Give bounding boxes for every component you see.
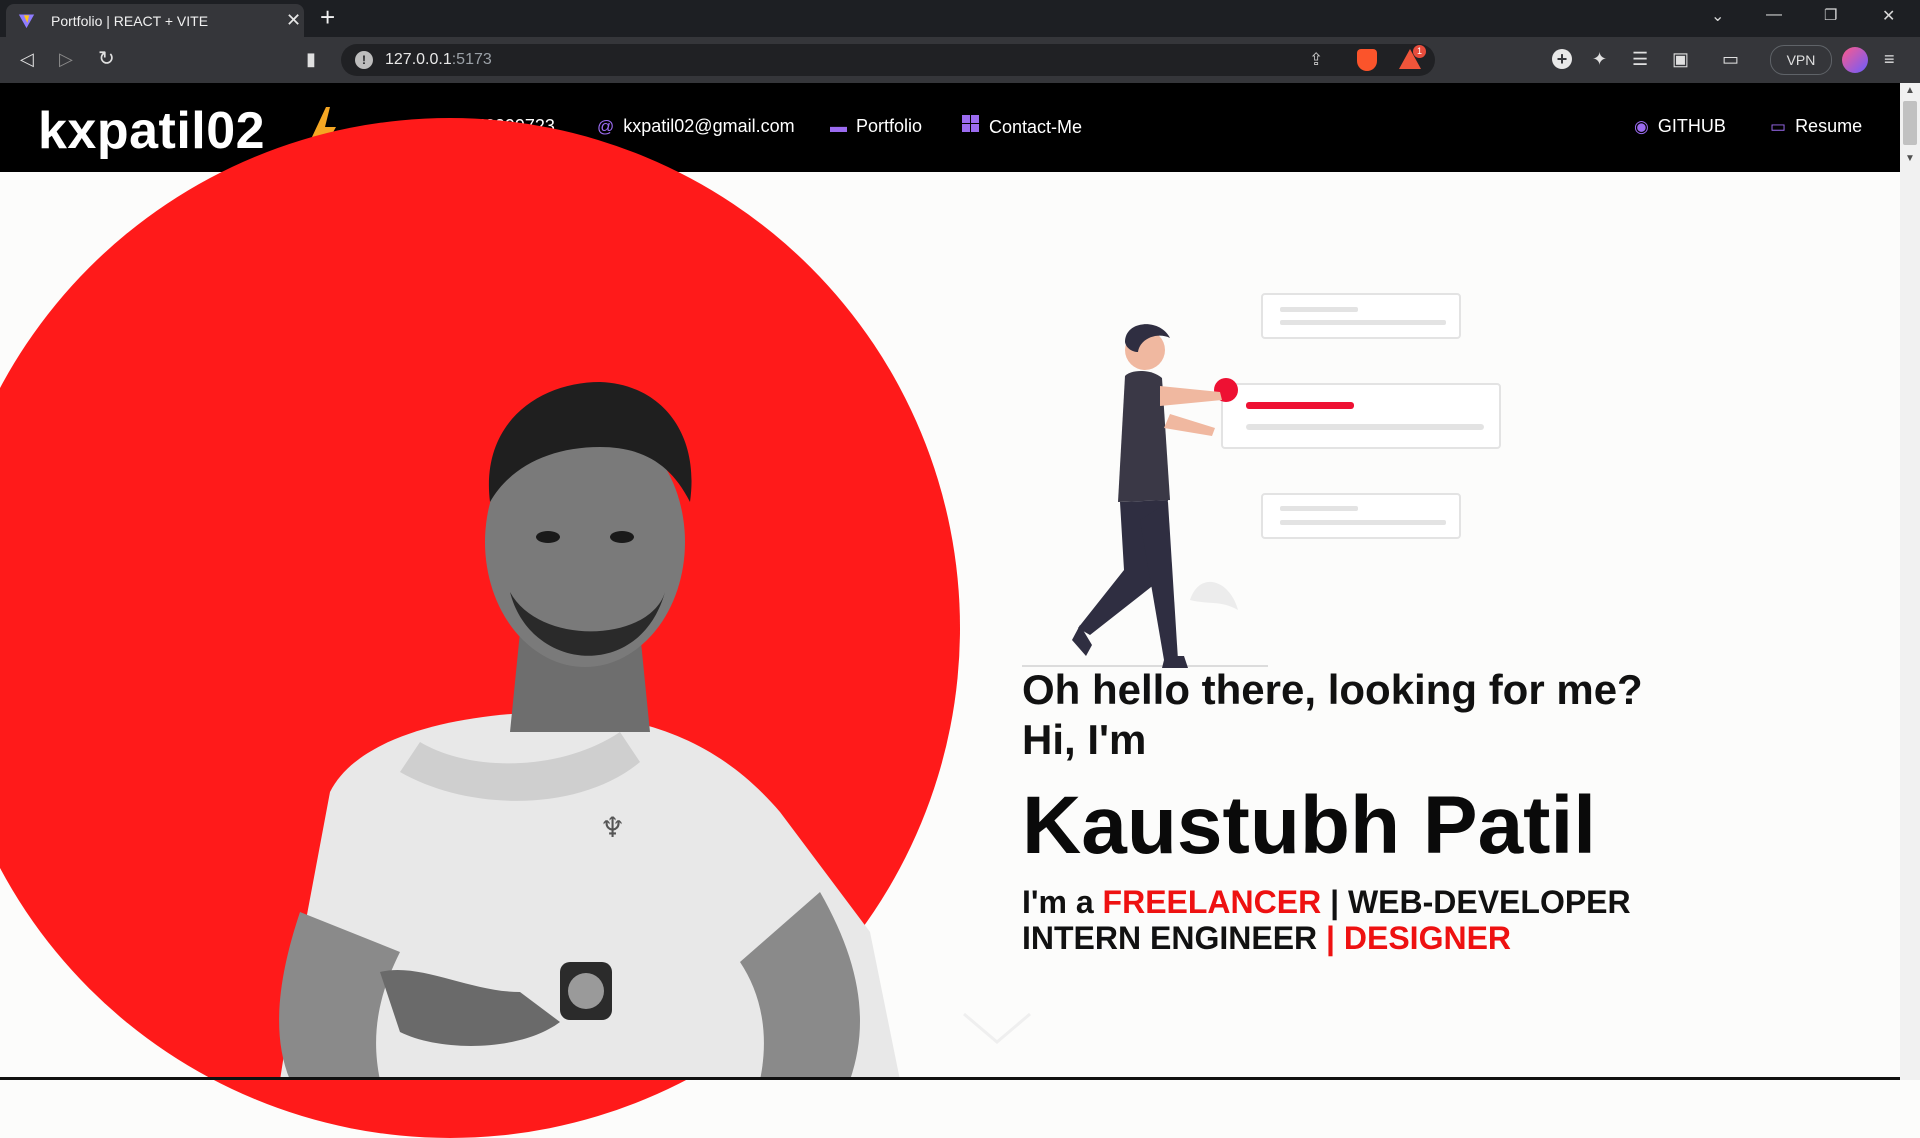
nav-contact-label: Contact-Me xyxy=(989,117,1083,137)
new-tab-button[interactable]: + xyxy=(320,3,335,31)
tab-title: Portfolio | REACT + VITE xyxy=(51,13,209,29)
browser-tab[interactable]: Portfolio | REACT + VITE ✕ xyxy=(6,4,304,37)
restore-button[interactable]: ❐ xyxy=(1824,6,1837,24)
add-icon[interactable]: + xyxy=(1552,49,1572,69)
nav-resume[interactable]: ▭ Resume xyxy=(1770,115,1862,138)
hero-greeting: Oh hello there, looking for me? xyxy=(1022,666,1643,713)
minimize-button[interactable]: — xyxy=(1766,6,1782,24)
tab-search-chevron-icon[interactable]: ⌄ xyxy=(1711,6,1724,26)
bookmark-icon[interactable]: ▮ xyxy=(306,49,316,69)
chat-icon: ▬ xyxy=(830,117,847,136)
roles-line-2: INTERN ENGINEER | DESIGNER xyxy=(1022,920,1631,956)
scroll-up-arrow-icon[interactable]: ▲ xyxy=(1905,85,1915,96)
playlist-icon[interactable]: ☰ xyxy=(1632,49,1648,69)
svg-text:♆: ♆ xyxy=(600,811,625,844)
brand-logo-text[interactable]: kxpatil02 xyxy=(38,103,265,159)
vpn-button[interactable]: VPN xyxy=(1770,45,1832,75)
role-freelancer: FREELANCER xyxy=(1102,884,1322,920)
tab-close-button[interactable]: ✕ xyxy=(286,10,301,31)
brave-shields-icon[interactable] xyxy=(1357,49,1377,71)
github-icon: ◉ xyxy=(1634,117,1649,136)
resume-icon: ▭ xyxy=(1770,117,1787,136)
nav-github-label: GITHUB xyxy=(1657,116,1726,136)
scroll-thumb[interactable] xyxy=(1903,101,1917,145)
role-web-developer: | WEB-DEVELOPER xyxy=(1330,884,1631,920)
role-designer: | DESIGNER xyxy=(1326,920,1512,956)
grid-icon xyxy=(962,115,980,133)
page-scrollbar[interactable]: ▲ ▼ xyxy=(1900,83,1920,1080)
role-intern-engineer: INTERN ENGINEER xyxy=(1022,920,1318,956)
scroll-down-chevron-icon[interactable] xyxy=(962,1012,1032,1044)
menu-icon[interactable]: ≡ xyxy=(1884,49,1895,69)
extensions-icon[interactable]: ✦ xyxy=(1592,49,1607,69)
vite-logo-icon xyxy=(18,14,35,29)
vpn-label: VPN xyxy=(1786,52,1816,68)
roles-line-1: I'm a FREELANCER | WEB-DEVELOPER xyxy=(1022,884,1631,920)
nav-contact[interactable]: Contact-Me xyxy=(962,115,1082,138)
wallet-icon[interactable]: ▭ xyxy=(1722,49,1739,69)
forward-icon[interactable]: ▷ xyxy=(59,49,73,69)
nav-portfolio-label: Portfolio xyxy=(856,116,923,136)
reload-icon[interactable]: ↻ xyxy=(98,49,115,69)
nav-resume-label: Resume xyxy=(1795,116,1863,136)
nav-github[interactable]: ◉ GITHUB xyxy=(1634,115,1726,138)
profile-avatar[interactable] xyxy=(1842,47,1868,73)
at-icon: @ xyxy=(597,117,615,136)
browser-tab-bar: Portfolio | REACT + VITE ✕ + ⌄ — ❐ ✕ xyxy=(0,0,1920,37)
close-window-button[interactable]: ✕ xyxy=(1882,6,1895,26)
site-info-icon[interactable]: ! xyxy=(355,51,373,69)
roles-prefix: I'm a xyxy=(1022,884,1094,920)
back-icon[interactable]: ◁ xyxy=(20,49,34,69)
hero-illustration xyxy=(1022,293,1501,668)
hero-name: Kaustubh Patil xyxy=(1022,780,1597,871)
address-bar[interactable]: ! 127.0.0.1:5173 ⇪ 1 xyxy=(341,44,1435,76)
nav-email[interactable]: @ kxpatil02@gmail.com xyxy=(597,115,795,138)
sidebar-icon[interactable]: ▣ xyxy=(1672,49,1689,69)
hero-roles: I'm a FREELANCER | WEB-DEVELOPER INTERN … xyxy=(1022,884,1631,956)
nav-email-label: kxpatil02@gmail.com xyxy=(623,116,795,136)
address-url[interactable]: 127.0.0.1:5173 xyxy=(385,51,492,69)
profile-photo: ♆ xyxy=(279,382,900,1080)
nav-portfolio[interactable]: ▬ Portfolio xyxy=(830,115,922,138)
hero-hi: Hi, I'm xyxy=(1022,716,1147,763)
scroll-down-arrow-icon[interactable]: ▼ xyxy=(1905,153,1915,164)
browser-toolbar: ◁ ▷ ↻ ▮ ! 127.0.0.1:5173 ⇪ 1 + ✦ ☰ ▣ ▭ V… xyxy=(0,37,1920,83)
rewards-badge: 1 xyxy=(1413,45,1426,58)
share-icon[interactable]: ⇪ xyxy=(1309,50,1323,70)
